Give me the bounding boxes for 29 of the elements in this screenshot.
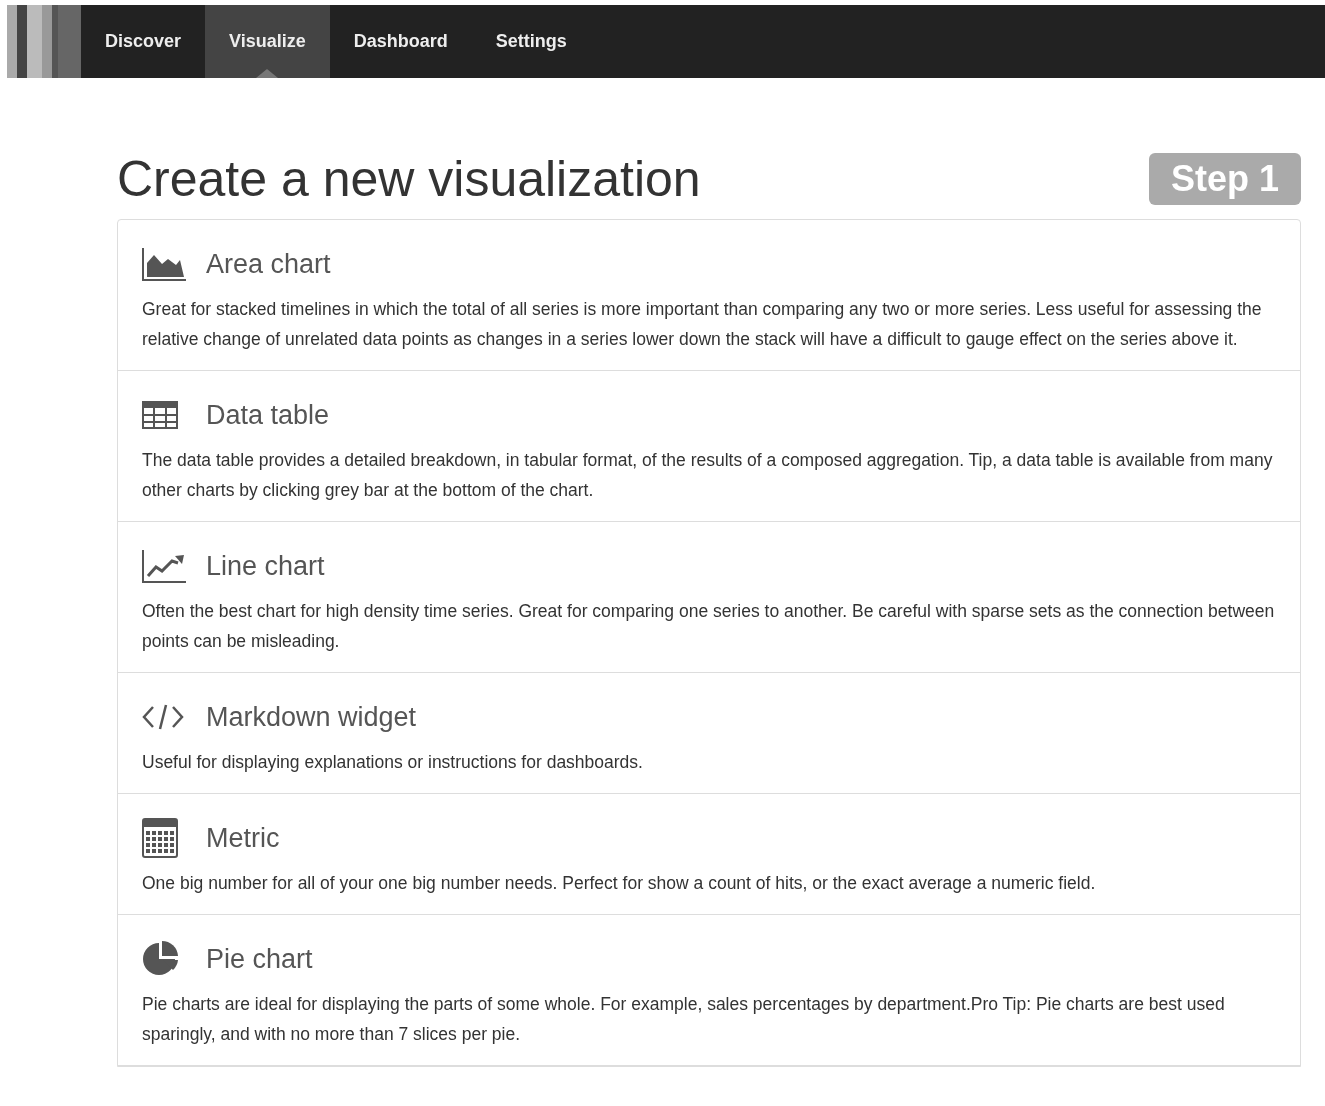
calculator-icon <box>142 818 178 858</box>
code-icon <box>142 703 184 731</box>
page-heading: Create a new visualization <box>117 154 701 204</box>
table-icon <box>142 401 178 429</box>
nav-tab[interactable]: Visualize <box>205 5 330 78</box>
pie-chart-icon <box>142 940 180 978</box>
nav-tab[interactable]: Discover <box>81 5 206 78</box>
visualization-type-title: Line chart <box>206 549 325 583</box>
visualization-type-title: Markdown widget <box>206 700 417 734</box>
line-chart-icon <box>142 549 186 583</box>
visualization-type-item[interactable]: Markdown widget Useful for displaying explanations or instructions for dashboards. <box>118 673 1300 794</box>
visualization-type-title: Area chart <box>206 247 331 281</box>
visualization-type-description: Often the best chart for high density time series. Great for comparing one series to another. Be careful with sparse sets as the connection between points can be misleading. <box>142 600 1276 653</box>
visualization-type-item[interactable]: Line chart Often the best chart for high density time series. Great for comparing one series to another. Be careful with sparse sets as the connection between points can be misleading. <box>118 522 1300 673</box>
nav-tab[interactable]: Dashboard <box>329 5 472 78</box>
visualization-type-title: Pie chart <box>206 942 313 976</box>
nav-tab[interactable]: Settings <box>471 5 591 78</box>
logo-stripes-icon <box>7 5 81 78</box>
visualization-type-item[interactable]: Metric One big number for all of your one big number needs. Perfect for show a count of hits, or the exact average a numeric field. <box>118 794 1300 915</box>
visualization-type-description: One big number for all of your one big number needs. Perfect for show a count of hits, or the exact average a numeric field. <box>142 872 1097 895</box>
visualization-type-description: The data table provides a detailed breakdown, in tabular format, of the results of a composed aggregation. Tip, a data table is available from many other charts by clicking grey bar at the bottom of the chart. <box>142 449 1274 502</box>
visualization-type-description: Useful for displaying explanations or instructions for dashboards. <box>142 751 644 774</box>
visualization-type-title: Metric <box>206 821 280 855</box>
visualization-type-description: Pie charts are ideal for displaying the parts of some whole. For example, sales percentages by department.Pro Tip: Pie charts are best used sparingly, and with no more than 7 slices per pie. <box>142 993 1226 1046</box>
visualization-type-description: Great for stacked timelines in which the total of all series is more important than comparing any two or more series. Less useful for assessing the relative change of unrelated data points as changes in a series lower down the stack will have a difficult to gauge effect on the series above it. <box>142 298 1263 351</box>
area-chart-icon <box>142 247 186 281</box>
visualization-type-item[interactable]: Pie chart Pie charts are ideal for displaying the parts of some whole. For example, sales percentages by department.Pro Tip: Pie charts are best used sparingly, and with no more than 7 slices per pie. <box>118 915 1300 1066</box>
visualization-type-title: Data table <box>206 398 330 432</box>
step-label: Step 1 <box>1148 153 1301 205</box>
